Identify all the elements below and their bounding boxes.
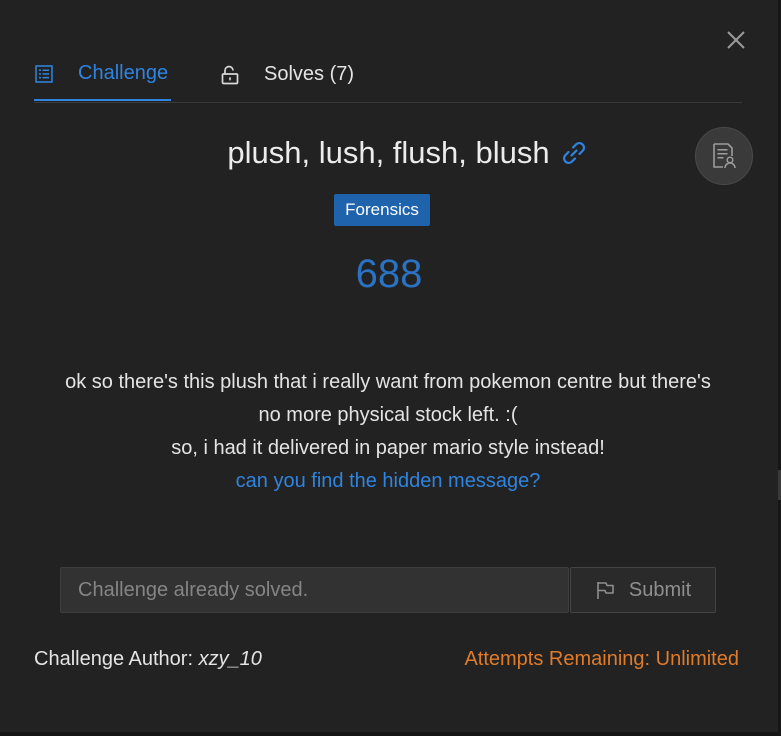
writeup-button[interactable] (695, 127, 753, 185)
author-name: xzy_10 (198, 648, 262, 670)
tab-solves-label: Solves (7) (264, 63, 355, 85)
tab-challenge[interactable]: Challenge (34, 48, 171, 101)
hint-link[interactable]: can you find the hidden message? (236, 470, 541, 492)
description-line: no more physical stock left. :( (258, 404, 518, 426)
submit-label: Submit (628, 578, 692, 601)
link-icon[interactable] (559, 138, 589, 168)
challenge-modal: Challenge Solves (7) plush, lush, flush,… (0, 0, 778, 732)
document-user-icon (713, 143, 736, 169)
challenge-points: 688 (355, 252, 423, 296)
flag-icon (595, 579, 617, 601)
tab-solves[interactable]: Solves (7) (220, 48, 354, 101)
challenge-author: Challenge Author: xzy_10 (34, 648, 262, 671)
challenge-description: ok so there's this plush that i really w… (34, 366, 742, 498)
submit-button[interactable]: Submit (570, 567, 716, 613)
challenge-title: plush, lush, flush, blush (227, 135, 550, 170)
lock-open-icon (220, 65, 240, 85)
tab-bar: Challenge Solves (7) (34, 48, 742, 103)
author-label: Challenge Author: (34, 648, 199, 670)
tab-challenge-label: Challenge (78, 62, 169, 84)
attempts-remaining: Attempts Remaining: Unlimited (464, 648, 739, 670)
category-badge: Forensics (334, 194, 430, 226)
title-row: plush, lush, flush, blush (0, 128, 778, 178)
list-icon (34, 64, 54, 84)
description-line: so, i had it delivered in paper mario st… (171, 437, 605, 459)
description-line: ok so there's this plush that i really w… (65, 371, 711, 393)
flag-input[interactable] (60, 567, 569, 613)
